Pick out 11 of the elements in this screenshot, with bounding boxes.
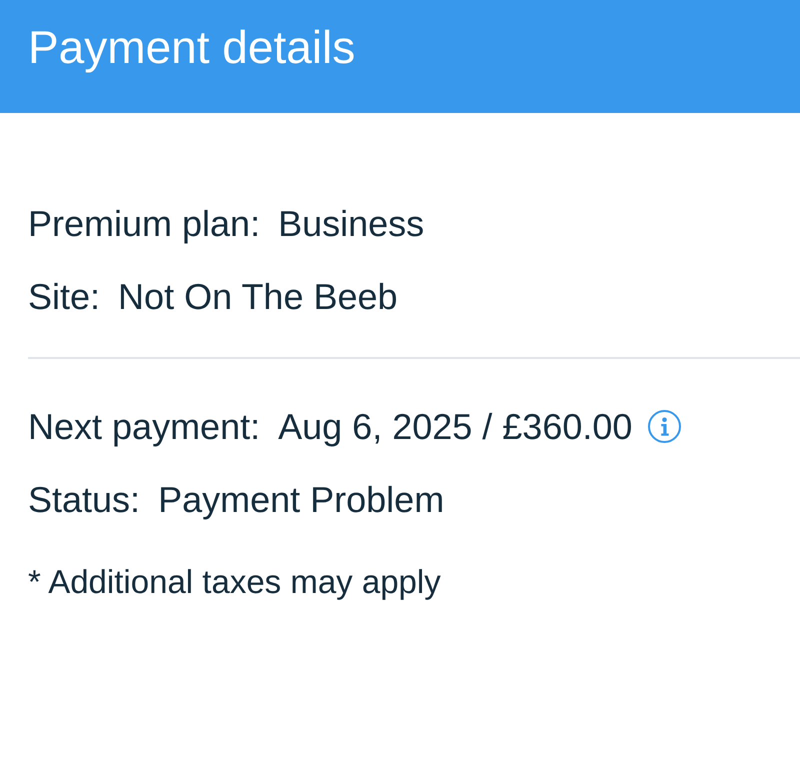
footnote-text: * Additional taxes may apply xyxy=(28,562,441,602)
page-title: Payment details xyxy=(28,24,356,70)
field-value: Payment Problem xyxy=(158,478,444,522)
field-value: Aug 6, 2025 / £360.00 xyxy=(278,405,632,449)
field-value: Business xyxy=(278,202,424,246)
field-value: Not On The Beeb xyxy=(118,275,398,319)
info-icon[interactable] xyxy=(648,410,682,443)
field-label: Next payment: xyxy=(28,405,260,449)
field-label: Status: xyxy=(28,478,140,522)
field-label: Site: xyxy=(28,275,100,319)
field-label: Premium plan: xyxy=(28,202,260,246)
